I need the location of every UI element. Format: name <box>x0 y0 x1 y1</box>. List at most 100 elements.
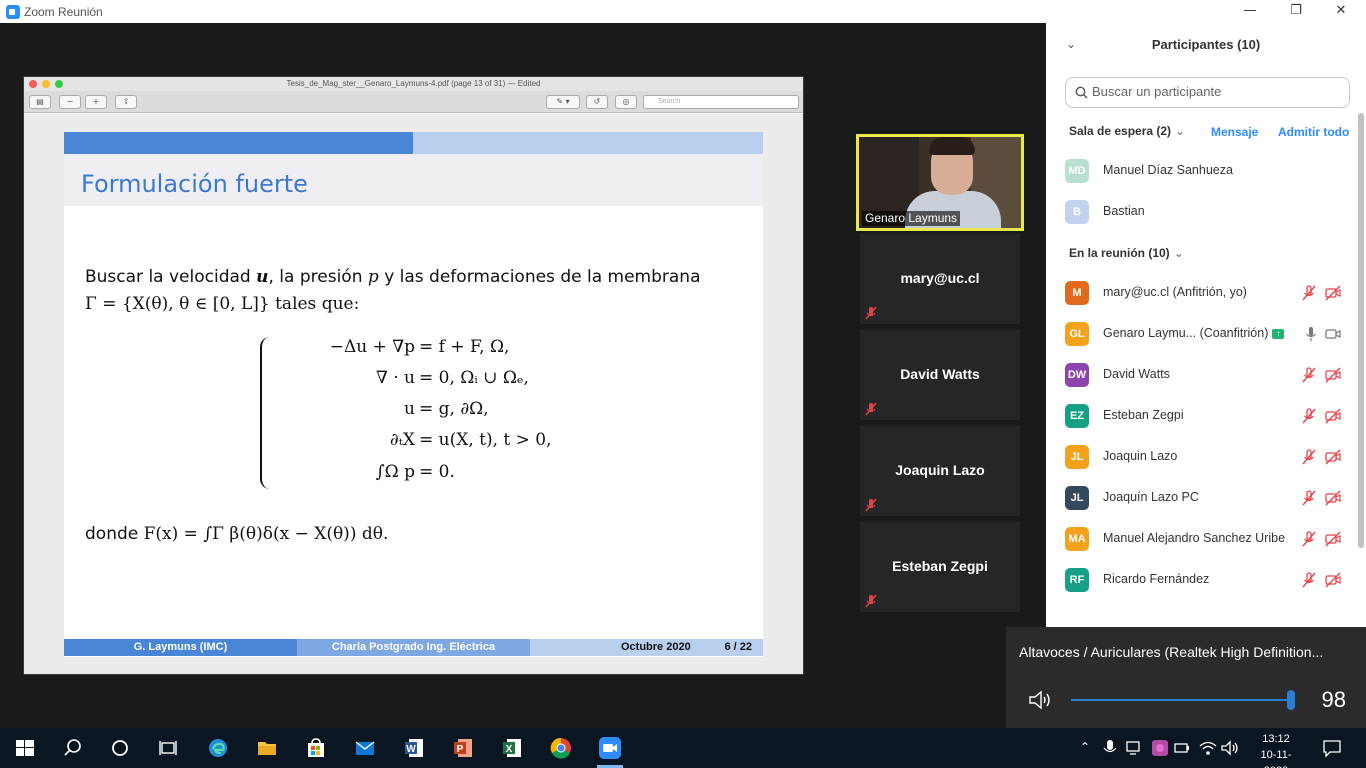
mic-icon[interactable] <box>1303 326 1319 342</box>
markup-pen-icon[interactable]: ✎ ▾ <box>546 95 580 109</box>
pdf-toolbar: ▤ − + ⇧ ✎ ▾ ↺ ◎ Search <box>24 91 803 113</box>
video-tile[interactable]: David Watts <box>860 330 1020 420</box>
video-off-icon[interactable] <box>1325 408 1341 424</box>
participant-row[interactable]: JL Joaquin Lazo <box>1046 436 1356 477</box>
muted-mic-icon[interactable] <box>1301 490 1317 506</box>
equation-row: u = g, ∂Ω, <box>404 399 489 419</box>
speaker-icon[interactable] <box>1028 689 1054 711</box>
video-off-icon[interactable] <box>1325 490 1341 506</box>
video-camera-icon[interactable] <box>1325 326 1341 342</box>
volume-slider-track[interactable] <box>1071 699 1295 701</box>
rotate-icon[interactable]: ↺ <box>586 95 608 109</box>
volume-slider-thumb[interactable] <box>1286 690 1295 710</box>
participant-row[interactable]: EZ Esteban Zegpi <box>1046 395 1356 436</box>
video-tile-name: David Watts <box>900 366 980 382</box>
muted-mic-icon[interactable] <box>1301 408 1317 424</box>
store-icon[interactable] <box>305 737 327 759</box>
waiting-participant-row[interactable]: B Bastian <box>1046 191 1356 232</box>
sidebar-toggle-icon[interactable]: ▤ <box>29 95 51 109</box>
participant-row[interactable]: RF Ricardo Fernández <box>1046 559 1356 600</box>
pdf-page: Formulación fuerte Buscar la velocidad u… <box>24 114 803 674</box>
participant-row[interactable]: GL Genaro Laymu... (Coanfitrión) ↑ <box>1046 313 1356 354</box>
participant-row[interactable]: M mary@uc.cl (Anfitrión, yo) <box>1046 272 1356 313</box>
definition-line: donde F(x) = ∫Γ β(θ)δ(x − X(θ)) dθ. <box>85 524 389 544</box>
notification-icon[interactable] <box>1322 738 1342 758</box>
participant-search-input[interactable] <box>1092 84 1342 99</box>
intro-line-1: Buscar la velocidad u, la presión p y la… <box>85 267 701 287</box>
battery-plug-icon[interactable] <box>1174 740 1192 756</box>
participants-header: Participantes (10) <box>1151 37 1261 52</box>
close-button[interactable]: ✕ <box>1318 0 1364 23</box>
chrome-icon[interactable] <box>550 737 572 759</box>
message-link[interactable]: Mensaje <box>1211 125 1258 139</box>
video-off-icon[interactable] <box>1325 572 1341 588</box>
muted-mic-icon[interactable] <box>1301 285 1317 301</box>
wifi-icon[interactable] <box>1199 739 1217 757</box>
excel-icon[interactable]: X <box>501 737 523 759</box>
muted-mic-icon <box>865 306 877 320</box>
muted-mic-icon <box>865 498 877 512</box>
search-icon[interactable] <box>62 737 84 759</box>
cortana-icon[interactable] <box>109 737 131 759</box>
video-tile-name: Esteban Zegpi <box>892 558 988 574</box>
zoom-dot[interactable] <box>55 80 63 88</box>
video-off-icon[interactable] <box>1325 285 1341 301</box>
word-icon[interactable]: W <box>403 737 425 759</box>
video-tile[interactable]: Joaquin Lazo <box>860 426 1020 516</box>
participant-row[interactable]: DW David Watts <box>1046 354 1356 395</box>
share-icon[interactable]: ⇧ <box>115 95 137 109</box>
video-off-icon[interactable] <box>1325 367 1341 383</box>
restore-button[interactable]: ❐ <box>1273 0 1319 23</box>
muted-mic-icon[interactable] <box>1301 367 1317 383</box>
participant-row[interactable]: JL Joaquín Lazo PC <box>1046 477 1356 518</box>
waiting-participant-row[interactable]: MD Manuel Díaz Sanhueza <box>1046 150 1356 191</box>
windows-start-icon[interactable] <box>14 737 36 759</box>
powerpoint-icon[interactable]: P <box>452 737 474 759</box>
edge-browser-icon[interactable] <box>207 737 229 759</box>
avatar: DW <box>1065 363 1089 387</box>
search-icon <box>1075 86 1088 99</box>
file-explorer-icon[interactable] <box>256 737 278 759</box>
muted-mic-icon[interactable] <box>1301 449 1317 465</box>
active-speaker-name: Genaro Laymuns <box>862 211 961 226</box>
avatar: MD <box>1065 159 1089 183</box>
video-tile[interactable]: mary@uc.cl <box>860 234 1020 324</box>
task-view-icon[interactable] <box>157 737 179 759</box>
in-meeting-section[interactable]: En la reunión (10) ⌄ <box>1069 246 1184 260</box>
system-clock[interactable]: 13:12 10-11-2020 <box>1249 731 1303 768</box>
pdf-viewer-window: Tesis_de_Mag_ster__Genaro_Laymuns-4.pdf … <box>23 76 804 675</box>
muted-mic-icon[interactable] <box>1301 531 1317 547</box>
equation-system: −Δu + ∇p = f + F, Ω, ∇ · u = 0, Ωᵢ ∪ Ωₑ, u… <box>260 337 620 497</box>
pdf-search-input[interactable]: Search <box>643 95 799 109</box>
display-icon[interactable] <box>1126 740 1144 756</box>
admit-all-link[interactable]: Admitir todo <box>1278 125 1349 139</box>
waiting-room-section[interactable]: Sala de espera (2) ⌄ <box>1069 124 1185 138</box>
pdf-title: Tesis_de_Mag_ster__Genaro_Laymuns-4.pdf … <box>286 79 541 88</box>
equation-row: −Δu + ∇p = f + F, Ω, <box>329 337 510 357</box>
volume-icon[interactable] <box>1221 739 1239 757</box>
close-dot[interactable] <box>29 80 37 88</box>
muted-mic-icon[interactable] <box>1301 572 1317 588</box>
participant-search[interactable] <box>1065 77 1350 108</box>
chevron-up-icon[interactable]: ⌃ <box>1080 740 1090 754</box>
participant-row[interactable]: MA Manuel Alejandro Sanchez Uribe <box>1046 518 1356 559</box>
audio-device-name[interactable]: Altavoces / Auriculares (Realtek High De… <box>1019 644 1323 660</box>
active-speaker-video[interactable]: Genaro Laymuns <box>856 134 1024 231</box>
equation-row: ∇ · u = 0, Ωᵢ ∪ Ωₑ, <box>375 368 529 388</box>
zoom-out-icon[interactable]: − <box>59 95 81 109</box>
avatar: JL <box>1065 486 1089 510</box>
video-tile[interactable]: Esteban Zegpi <box>860 522 1020 612</box>
participants-scrollbar[interactable] <box>1358 113 1364 548</box>
zoom-in-icon[interactable]: + <box>85 95 107 109</box>
participant-name: Manuel Díaz Sanhueza <box>1103 163 1233 177</box>
app-tray-icon[interactable] <box>1151 739 1169 757</box>
minimize-button[interactable]: — <box>1227 0 1273 23</box>
zoom-app-icon[interactable] <box>599 737 621 759</box>
minimize-dot[interactable] <box>42 80 50 88</box>
annotate-icon[interactable]: ◎ <box>615 95 637 109</box>
video-off-icon[interactable] <box>1325 531 1341 547</box>
mail-icon[interactable] <box>354 737 376 759</box>
video-off-icon[interactable] <box>1325 449 1341 465</box>
avatar: GL <box>1065 322 1089 346</box>
microphone-icon[interactable] <box>1102 739 1118 757</box>
